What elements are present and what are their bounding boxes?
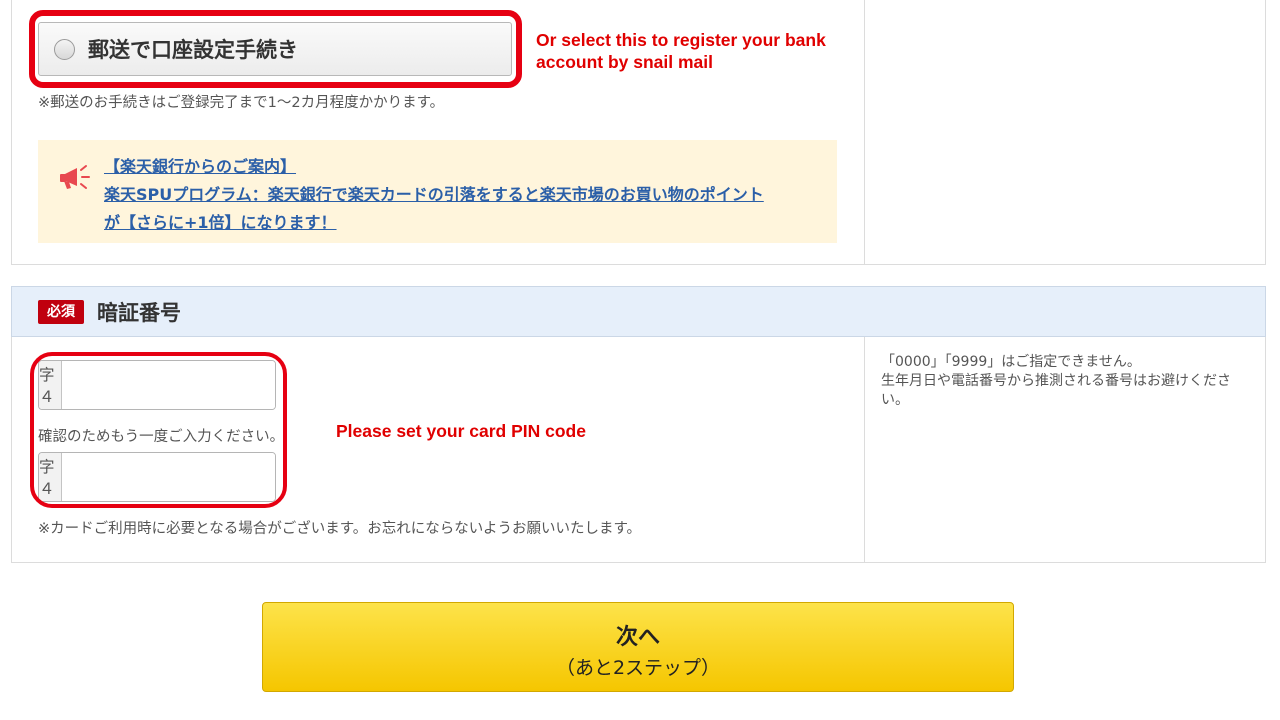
info-link-spu-program-cont[interactable]: が【さらに+1倍】になります！: [104, 209, 337, 233]
annotation-mail: Or select this to register your bank acc…: [536, 30, 826, 72]
next-button[interactable]: 次へ （あと2ステップ）: [262, 602, 1014, 692]
annotation-highlight-pin: [30, 352, 287, 508]
info-link-spu-program[interactable]: 楽天SPUプログラム：楽天銀行で楽天カードの引落をすると楽天市場のお買い物のポイ…: [104, 181, 764, 205]
mail-option-note: ※郵送のお手続きはご登録完了まで1〜2カ月程度かかります。: [38, 95, 445, 111]
next-button-label: 次へ: [615, 625, 660, 650]
pin-section-title: 暗証番号: [97, 301, 181, 325]
info-link-heading[interactable]: 【楽天銀行からのご案内】: [104, 153, 296, 177]
pin-side-note-line: 「0000」「9999」はご指定できません。: [881, 354, 1141, 370]
pin-section-header: [11, 286, 1266, 337]
pin-footnote: ※カードご利用時に必要となる場合がございます。お忘れにならないようお願いいたしま…: [38, 521, 642, 537]
pin-side-note-line: 生年月日や電話番号から推測される番号はお避けください。: [881, 373, 1231, 408]
megaphone-icon: [60, 165, 90, 189]
required-badge: 必須: [38, 300, 84, 324]
annotation-pin: Please set your card PIN code: [336, 421, 586, 441]
pin-side-note: 「0000」「9999」はご指定できません。 生年月日や電話番号から推測される番…: [881, 353, 1253, 410]
annotation-highlight-mail: [29, 10, 522, 88]
next-button-sublabel: （あと2ステップ）: [555, 657, 721, 679]
section-divider: [864, 337, 865, 562]
